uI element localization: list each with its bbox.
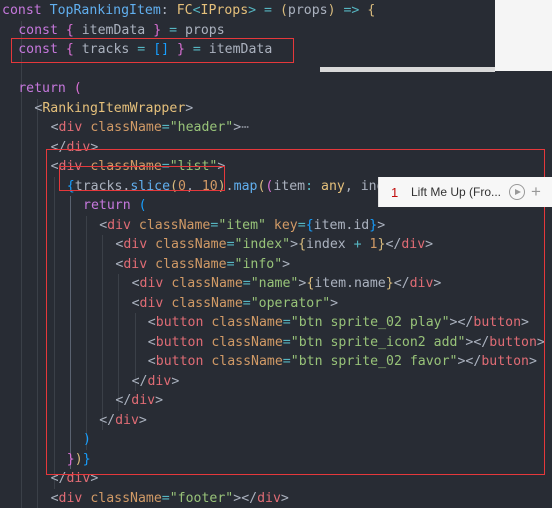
code-token: props (288, 3, 328, 18)
code-token: ( (74, 81, 82, 96)
code-token: { (367, 3, 375, 18)
highlight-box-tracks-destructure (11, 38, 294, 63)
code-token: } (153, 23, 161, 38)
play-circle-icon[interactable] (509, 184, 525, 200)
overlay-strip (320, 67, 495, 72)
overlay-panel (495, 0, 552, 71)
code-token: > (281, 491, 289, 506)
code-line: return ( (18, 79, 82, 99)
highlight-box-slice-call (59, 166, 225, 191)
code-token: : (161, 3, 177, 18)
code-token: ></ (233, 491, 257, 506)
code-token: > = (248, 3, 280, 18)
rank-index: 1 (391, 185, 411, 200)
code-token: { (66, 23, 82, 38)
code-token: ( (280, 3, 288, 18)
code-line: <RankingItemWrapper> (34, 99, 193, 119)
code-token: props (185, 23, 225, 38)
code-line: <div className="header">⋯ (51, 118, 250, 138)
song-title[interactable]: Lift Me Up (Fro... (411, 185, 503, 199)
code-token: const (18, 23, 66, 38)
code-token: div (59, 491, 91, 506)
code-token: > (185, 101, 193, 116)
code-token: = (162, 491, 170, 506)
code-token: div (59, 120, 91, 135)
code-token: "footer" (170, 491, 234, 506)
code-line: const TopRankingItem: FC<IProps> = (prop… (2, 1, 375, 21)
code-token: < (193, 3, 201, 18)
plus-icon[interactable]: + (531, 184, 541, 200)
code-token: const (2, 3, 50, 18)
code-token: div (257, 491, 281, 506)
code-line: <div className="footer"></div> (51, 489, 289, 508)
code-token: itemData (82, 23, 153, 38)
overlay-panel-right (495, 67, 552, 71)
code-token: < (51, 120, 59, 135)
code-token: FC (177, 3, 193, 18)
code-token: ⋯ (241, 120, 249, 135)
code-token: IProps (201, 3, 249, 18)
code-token: = (161, 23, 185, 38)
code-token: return (18, 81, 74, 96)
code-token: < (51, 491, 59, 506)
code-token: RankingItemWrapper (42, 101, 185, 116)
song-preview-row[interactable]: 1 Lift Me Up (Fro... + (378, 177, 552, 207)
code-token: "header" (170, 120, 234, 135)
code-token: = (162, 120, 170, 135)
code-token: => (336, 3, 368, 18)
code-token: className (90, 491, 161, 506)
code-token: TopRankingItem (50, 3, 161, 18)
code-token: className (90, 120, 161, 135)
code-token: ) (328, 3, 336, 18)
indent-guide (37, 99, 38, 508)
